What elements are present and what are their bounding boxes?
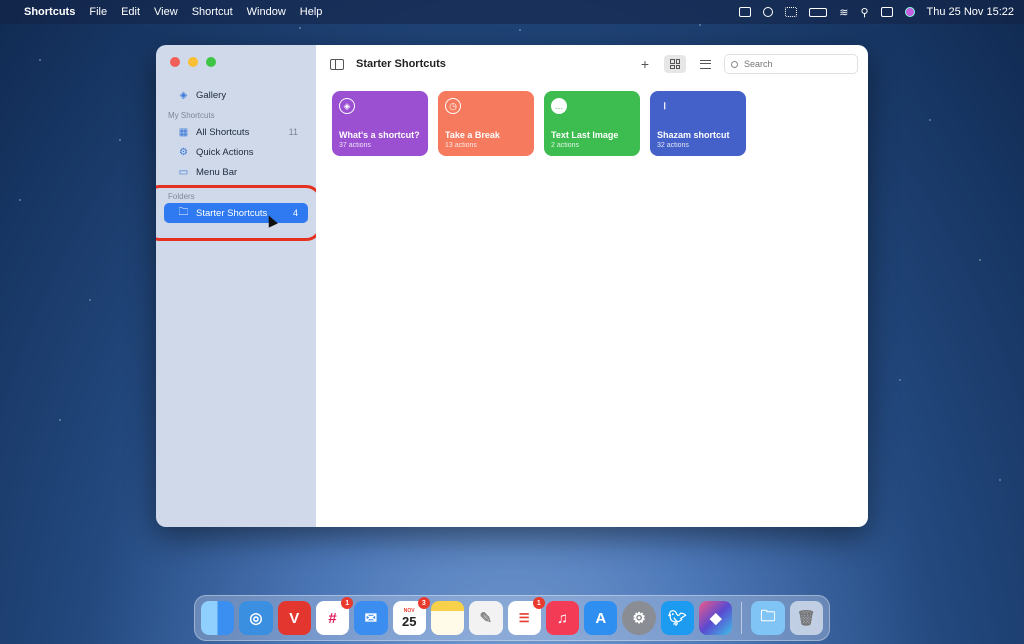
shortcut-actions: 32 actions: [657, 142, 689, 149]
menu-shortcut[interactable]: Shortcut: [192, 6, 233, 18]
safari-icon[interactable]: ◎: [239, 601, 273, 635]
shortcut-name: Shazam shortcut: [657, 130, 730, 140]
add-shortcut-button[interactable]: +: [634, 55, 656, 73]
minimize-button[interactable]: [188, 57, 198, 67]
shortcuts-icon[interactable]: ◆: [699, 601, 733, 635]
wifi-icon[interactable]: ≋: [839, 6, 848, 19]
dock: ◎ V # 1 ✉ NOV 25 3 ✎ ☰ 1 ♫ A ⚙ 🐦︎ ◆ 🗀 🗑︎: [194, 595, 830, 641]
shortcuts-window: ◈ Gallery My Shortcuts ▦ All Shortcuts 1…: [156, 45, 868, 527]
menubar-icon: ▭: [178, 166, 189, 178]
folder-icon: 🗀: [178, 206, 189, 218]
shortcut-actions: 37 actions: [339, 142, 371, 149]
list-icon: [699, 59, 711, 69]
grid-icon: [670, 59, 680, 69]
waveform-icon: 𝄃: [663, 100, 667, 111]
system-preferences-icon[interactable]: ⚙: [622, 601, 656, 635]
sidebar-item-count: 11: [288, 127, 298, 137]
slack-icon[interactable]: # 1: [315, 597, 354, 635]
control-center-icon[interactable]: [880, 7, 893, 17]
layers-icon: ◈: [339, 98, 355, 114]
close-button[interactable]: [170, 57, 180, 67]
sidebar-item-label: Menu Bar: [196, 166, 238, 178]
toolbar: Starter Shortcuts +: [316, 45, 868, 83]
status-area: ≋ ⚲ Thu 25 Nov 15:22: [739, 6, 1014, 19]
sidebar-item-label: Gallery: [196, 89, 227, 101]
app-store-icon[interactable]: A: [584, 601, 618, 635]
sidebar-item-menu-bar[interactable]: ▭ Menu Bar: [164, 162, 308, 182]
layers-icon: ◈: [179, 89, 188, 101]
menu-file[interactable]: File: [89, 6, 107, 18]
menu-view[interactable]: View: [154, 6, 178, 18]
finder-icon[interactable]: [201, 601, 235, 635]
calendar-day: 25: [401, 613, 417, 629]
sidebar-item-label: All Shortcuts: [196, 126, 250, 138]
message-icon: …: [551, 98, 567, 114]
search-input[interactable]: [744, 59, 844, 69]
siri-icon[interactable]: [904, 7, 915, 17]
main-content: Starter Shortcuts + ◈ What's a shortcut?: [316, 45, 868, 527]
sidebar-item-quick-actions[interactable]: ⚙ Quick Actions: [164, 142, 308, 162]
zoom-button[interactable]: [206, 57, 216, 67]
textedit-icon[interactable]: ✎: [469, 601, 503, 635]
display-icon[interactable]: [739, 7, 752, 17]
menu-edit[interactable]: Edit: [121, 6, 140, 18]
sidebar-section-my-shortcuts: My Shortcuts: [168, 111, 215, 120]
calendar-badge: 3: [417, 597, 430, 609]
reminders-icon[interactable]: ☰ 1: [507, 597, 545, 635]
sidebar-item-label: Starter Shortcuts: [196, 207, 268, 219]
menubar-clock[interactable]: Thu 25 Nov 15:22: [927, 6, 1014, 18]
trash-icon[interactable]: 🗑︎: [789, 601, 823, 635]
slack-badge: 1: [341, 597, 354, 609]
shortcut-actions: 13 actions: [445, 142, 477, 149]
grid-icon: ▦: [178, 126, 189, 138]
sidebar-item-count: 4: [292, 208, 298, 218]
sidebar-item-gallery[interactable]: ◈ Gallery: [164, 85, 308, 105]
sidebar-toggle-icon[interactable]: [330, 58, 344, 70]
toolbar-tools: +: [634, 54, 858, 74]
sidebar-item-label: Quick Actions: [196, 146, 254, 158]
shortcut-card[interactable]: … Text Last Image 2 actions: [544, 91, 640, 156]
dock-separator: [741, 602, 743, 634]
menu-app-name[interactable]: Shortcuts: [24, 6, 75, 18]
shortcut-card[interactable]: ◈ What's a shortcut? 37 actions: [332, 91, 428, 156]
gear-icon: ⚙: [179, 146, 188, 158]
menu-bar: Shortcuts File Edit View Shortcut Window…: [0, 0, 1024, 24]
sidebar-item-all-shortcuts[interactable]: ▦ All Shortcuts 11: [164, 122, 308, 142]
menu-window[interactable]: Window: [247, 6, 286, 18]
shortcut-card[interactable]: 𝄃 Shazam shortcut 32 actions: [650, 91, 746, 156]
shortcut-name: Text Last Image: [551, 130, 619, 140]
twitter-icon[interactable]: 🐦︎: [660, 601, 695, 635]
shortcut-name: Take a Break: [445, 130, 500, 140]
menu-help[interactable]: Help: [300, 6, 323, 18]
search-icon: [731, 60, 738, 68]
calendar-icon[interactable]: NOV 25 3: [392, 597, 430, 635]
vivaldi-icon[interactable]: V: [277, 601, 311, 635]
timer-icon: ◷: [445, 98, 461, 114]
battery-icon[interactable]: [809, 7, 828, 17]
sidebar: ◈ Gallery My Shortcuts ▦ All Shortcuts 1…: [156, 45, 322, 527]
page-title: Starter Shortcuts: [356, 58, 446, 70]
shortcut-actions: 2 actions: [551, 142, 580, 149]
grid-view-button[interactable]: [664, 55, 686, 73]
shortcut-card[interactable]: ◷ Take a Break 13 actions: [438, 91, 534, 156]
dots-icon[interactable]: [785, 7, 798, 17]
shortcut-grid: ◈ What's a shortcut? 37 actions ◷ Take a…: [316, 83, 868, 156]
search-icon[interactable]: ⚲: [860, 6, 868, 19]
sidebar-item-starter-shortcuts[interactable]: 🗀 Starter Shortcuts 4: [164, 203, 308, 223]
folder-icon[interactable]: 🗀: [751, 601, 785, 635]
list-view-button[interactable]: [694, 55, 716, 73]
music-icon[interactable]: ♫: [545, 601, 580, 635]
play-icon[interactable]: [763, 7, 774, 17]
shortcut-name: What's a shortcut?: [339, 130, 420, 140]
sidebar-section-folders: Folders: [168, 192, 195, 201]
mail-icon[interactable]: ✉: [354, 601, 388, 635]
notes-icon[interactable]: [430, 601, 465, 635]
reminders-badge: 1: [532, 597, 545, 609]
window-controls: [156, 57, 316, 67]
search-field[interactable]: [724, 54, 858, 74]
